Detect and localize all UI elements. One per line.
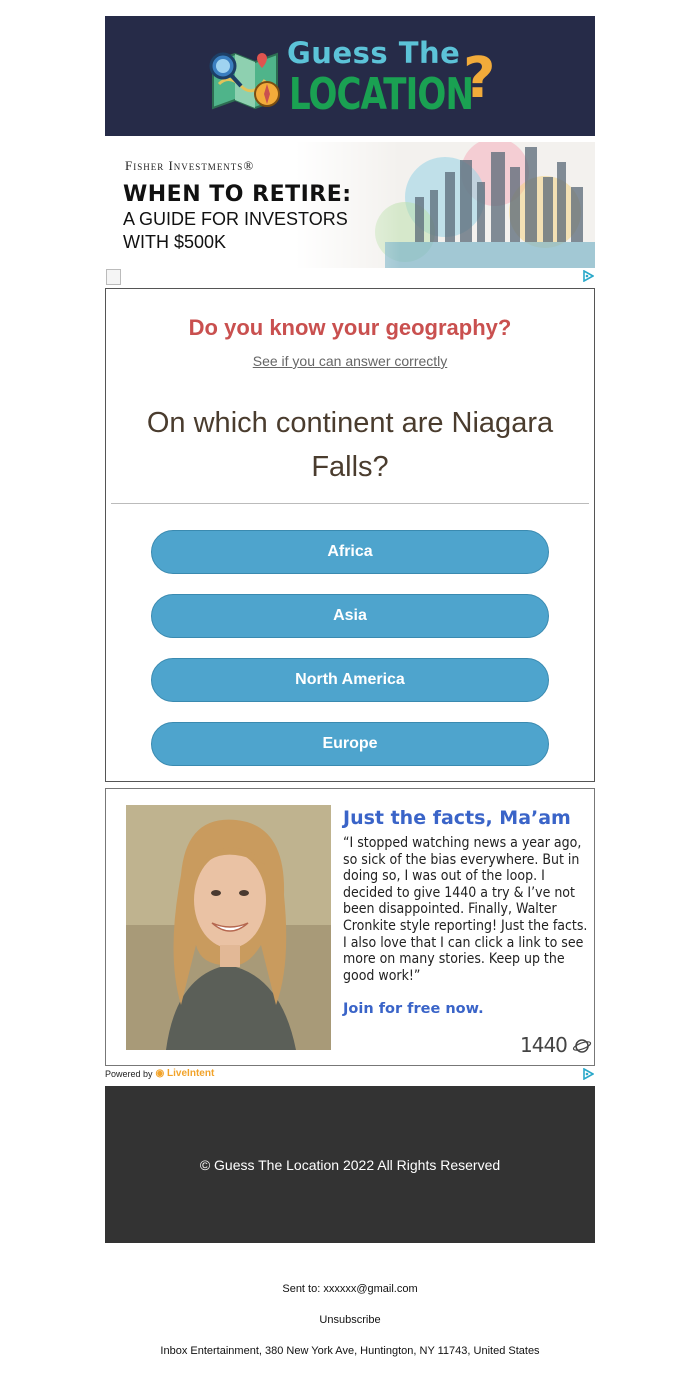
answer-button-asia[interactable]: Asia — [151, 594, 549, 638]
promo-testimonial-text: “I stopped watching news a year ago, so … — [343, 835, 588, 984]
sender-address: Inbox Entertainment, 380 New York Ave, H… — [160, 1345, 540, 1357]
sent-to-text: Sent to: xxxxxx@gmail.com — [282, 1283, 418, 1295]
liveintent-mark-icon: ◉ — [155, 1068, 165, 1079]
ad-subline-1: A GUIDE FOR INVESTORS — [123, 209, 348, 229]
map-compass-icon — [209, 52, 280, 110]
powered-by-label: Powered by — [105, 1068, 153, 1079]
answer-button-north-america[interactable]: North America — [151, 658, 549, 702]
globe-icon — [573, 1039, 592, 1053]
adchoices-icon[interactable] — [582, 1068, 594, 1080]
site-header: Guess The LOCATION ? — [105, 16, 595, 136]
adchoices-icon[interactable] — [582, 270, 594, 282]
logo-text-guess-the: Guess The — [287, 36, 461, 70]
ad-subline-2: WITH $500K — [123, 232, 227, 252]
footer-banner: © Guess The Location 2022 All Rights Res… — [105, 1086, 595, 1243]
woman-portrait-photo — [126, 805, 331, 1050]
logo-text-location: LOCATION — [289, 69, 474, 120]
ad-brand-name: Fisher Investments® — [125, 158, 255, 173]
quiz-question: On which continent are Niagara Falls? — [146, 407, 554, 483]
promo-title: Just the facts, Ma’am — [343, 807, 571, 829]
join-for-free-link[interactable]: Join for free now. — [343, 1001, 484, 1017]
guess-the-location-logo[interactable]: Guess The LOCATION ? — [205, 26, 495, 126]
copyright-text: © Guess The Location 2022 All Rights Res… — [199, 1156, 501, 1173]
liveintent-brand-text: LiveIntent — [167, 1068, 215, 1079]
brand-1440-text: 1440 — [520, 1033, 568, 1057]
answer-button-africa[interactable]: Africa — [151, 530, 549, 574]
sponsored-testimonial-ad[interactable]: Just the facts, Ma’am “I stopped watchin… — [105, 788, 595, 1066]
logo-question-mark: ? — [463, 46, 496, 111]
broken-image-placeholder — [106, 269, 121, 285]
promo-brand-logo: 1440 — [520, 1033, 592, 1057]
quiz-card: Do you know your geography? See if you c… — [105, 288, 595, 782]
unsubscribe-link[interactable]: Unsubscribe — [0, 1314, 700, 1326]
liveintent-logo: ◉ LiveIntent — [156, 1068, 215, 1079]
powered-by-liveintent[interactable]: Powered by ◉ LiveIntent — [105, 1068, 214, 1079]
ad-headline: WHEN TO RETIRE: — [123, 182, 352, 207]
ad-subline: A GUIDE FOR INVESTORS WITH $500K — [123, 208, 348, 254]
ad-banner[interactable]: Fisher Investments® WHEN TO RETIRE: A GU… — [105, 142, 595, 268]
quiz-title: Do you know your geography? — [188, 315, 512, 340]
answer-button-europe[interactable]: Europe — [151, 722, 549, 766]
divider — [111, 503, 589, 504]
quiz-subtitle-link[interactable]: See if you can answer correctly — [106, 353, 594, 369]
